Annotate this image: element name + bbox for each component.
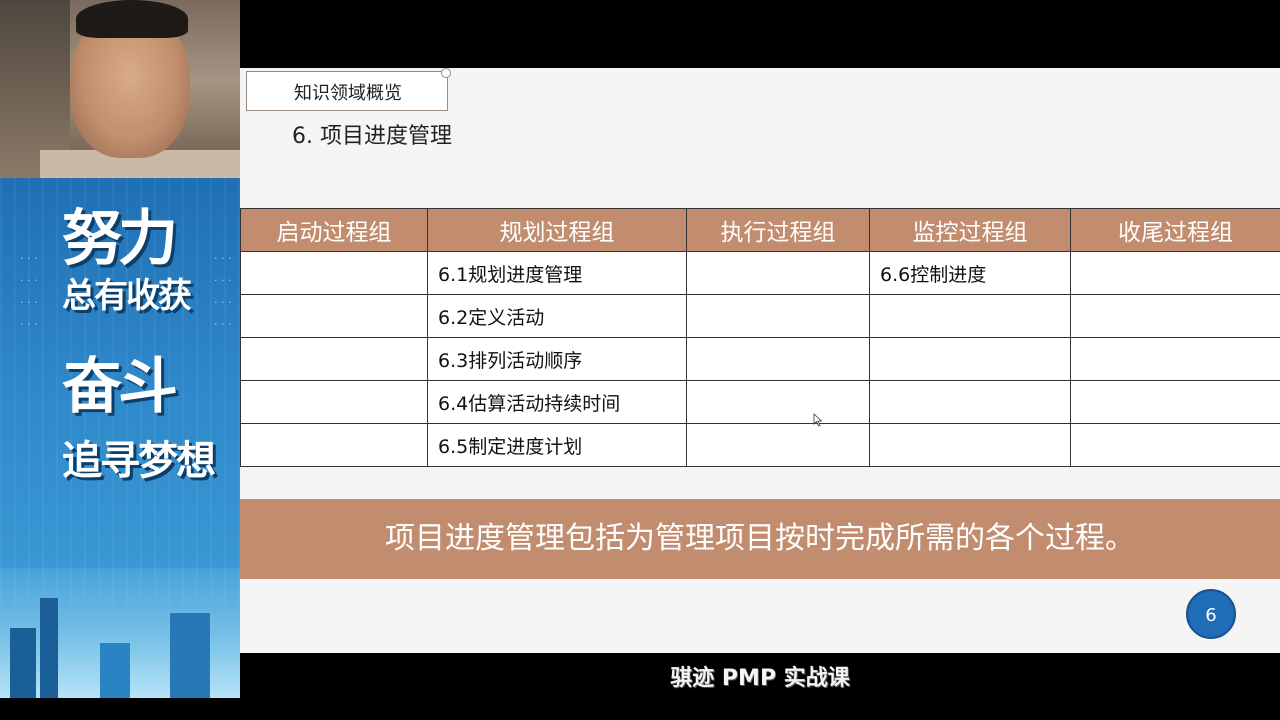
table-cell bbox=[240, 294, 428, 338]
table-cell bbox=[240, 251, 428, 295]
table-cell bbox=[1070, 380, 1280, 424]
section-tab: 知识领域概览 bbox=[246, 68, 451, 111]
table-cell: 6.5制定进度计划 bbox=[427, 423, 687, 467]
poster-decor-right: · · · · · · · · · · · · bbox=[214, 252, 232, 331]
table-cell bbox=[1070, 337, 1280, 381]
table-cell bbox=[1070, 423, 1280, 467]
table-cell bbox=[686, 251, 870, 295]
webcam-feed bbox=[0, 0, 240, 178]
table-cell bbox=[686, 294, 870, 338]
table-row: 6.3排列活动顺序 bbox=[240, 337, 1280, 381]
table-cell bbox=[240, 337, 428, 381]
building bbox=[10, 628, 36, 698]
table-cell bbox=[1070, 251, 1280, 295]
course-caption: 骐迹 PMP 实战课 bbox=[240, 653, 1280, 720]
poster-line-3: 奋斗 bbox=[62, 352, 178, 422]
table-cell bbox=[686, 423, 870, 467]
table-row: 6.2定义活动 bbox=[240, 294, 1280, 338]
process-group-table: 启动过程组 规划过程组 执行过程组 监控过程组 收尾过程组 6.1规划进度管理 … bbox=[240, 208, 1280, 467]
table-cell bbox=[686, 380, 870, 424]
poster-line-4: 追寻梦想 bbox=[62, 438, 216, 484]
presentation-slide: 知识领域概览 6. 项目进度管理 启动过程组 规划过程组 执行过程组 监控过程组… bbox=[240, 68, 1280, 653]
poster-line-2: 总有收获 bbox=[62, 276, 192, 316]
section-tab-label: 知识领域概览 bbox=[294, 83, 402, 104]
building bbox=[100, 643, 130, 698]
header-planning: 规划过程组 bbox=[427, 208, 687, 252]
table-cell bbox=[686, 337, 870, 381]
poster-cityscape bbox=[0, 568, 240, 698]
table-cell: 6.1规划进度管理 bbox=[427, 251, 687, 295]
presenter-hair bbox=[76, 0, 188, 38]
building bbox=[170, 613, 210, 698]
table-cell: 6.3排列活动顺序 bbox=[427, 337, 687, 381]
table-header-row: 启动过程组 规划过程组 执行过程组 监控过程组 收尾过程组 bbox=[240, 208, 1280, 252]
table-cell bbox=[1070, 294, 1280, 338]
slide-title: 6. 项目进度管理 bbox=[292, 124, 452, 149]
table-row: 6.1规划进度管理 6.6控制进度 bbox=[240, 251, 1280, 295]
table-row: 6.5制定进度计划 bbox=[240, 423, 1280, 467]
table-cell: 6.4估算活动持续时间 bbox=[427, 380, 687, 424]
table-cell bbox=[869, 294, 1071, 338]
table-row: 6.4估算活动持续时间 bbox=[240, 380, 1280, 424]
header-monitoring: 监控过程组 bbox=[869, 208, 1071, 252]
header-executing: 执行过程组 bbox=[686, 208, 870, 252]
building bbox=[40, 598, 58, 698]
table-cell bbox=[869, 337, 1071, 381]
motivational-poster: · · · · · · · · · · · · · · · · · · · · … bbox=[0, 178, 240, 698]
table-cell: 6.6控制进度 bbox=[869, 251, 1071, 295]
table-cell bbox=[869, 423, 1071, 467]
page-number-badge: 6 bbox=[1186, 589, 1236, 639]
header-initiating: 启动过程组 bbox=[240, 208, 428, 252]
header-closing: 收尾过程组 bbox=[1070, 208, 1280, 252]
table-cell bbox=[240, 380, 428, 424]
poster-line-1: 努力 bbox=[62, 204, 178, 274]
table-cell bbox=[869, 380, 1071, 424]
mouse-cursor-icon bbox=[813, 413, 823, 427]
summary-banner: 项目进度管理包括为管理项目按时完成所需的各个过程。 bbox=[240, 499, 1280, 579]
table-cell: 6.2定义活动 bbox=[427, 294, 687, 338]
poster-decor-left: · · · · · · · · · · · · bbox=[20, 252, 38, 331]
table-cell bbox=[240, 423, 428, 467]
